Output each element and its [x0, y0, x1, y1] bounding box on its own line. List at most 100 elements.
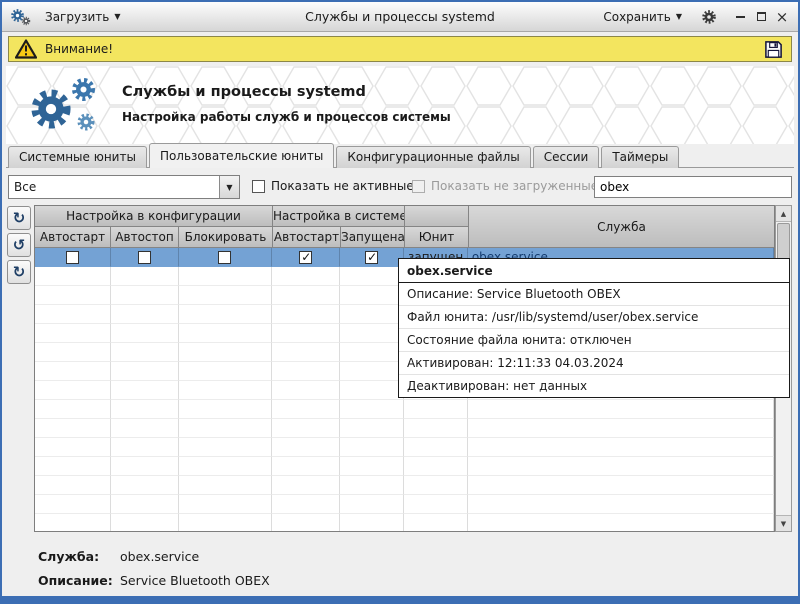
empty-cell	[35, 457, 111, 476]
checkbox-checked-icon[interactable]	[299, 251, 312, 264]
page-header: Службы и процессы systemd Настройка рабо…	[6, 66, 794, 144]
app-window: Службы и процессы systemd Загрузить ▼ Со…	[0, 0, 800, 604]
checkbox-cell[interactable]	[111, 248, 179, 267]
load-button[interactable]: Загрузить ▼	[39, 7, 126, 27]
reload-config-button[interactable]: ↺	[7, 233, 31, 257]
group-header-system: Настройка в системе	[273, 206, 405, 227]
detail-service-value: obex.service	[120, 549, 199, 564]
scroll-up-icon[interactable]: ▲	[776, 206, 791, 222]
checkbox-checked-icon[interactable]	[365, 251, 378, 264]
table-row-empty[interactable]	[35, 400, 774, 419]
table-row-empty[interactable]	[35, 514, 774, 532]
empty-cell	[340, 343, 404, 362]
empty-cell	[35, 514, 111, 532]
group-header-empty	[405, 206, 469, 227]
empty-cell	[179, 514, 273, 532]
empty-cell	[272, 514, 340, 532]
tab-1[interactable]: Пользовательские юниты	[149, 143, 334, 168]
table-row-empty[interactable]	[35, 457, 774, 476]
empty-cell	[35, 362, 111, 381]
column-header-autostart-system[interactable]: Автостарт	[273, 227, 341, 248]
empty-cell	[340, 457, 404, 476]
checkbox-cell[interactable]	[340, 248, 404, 267]
table-row-empty[interactable]	[35, 476, 774, 495]
combobox-dropdown-button[interactable]: ▼	[219, 176, 239, 198]
column-header-block[interactable]: Блокировать	[179, 227, 273, 248]
tooltip-title: obex.service	[399, 259, 789, 283]
empty-cell	[179, 400, 273, 419]
settings-gear-icon[interactable]	[701, 9, 717, 25]
show-inactive-checkbox[interactable]: Показать не активные	[252, 179, 414, 193]
checkbox-label: Показать не загруженные	[431, 179, 598, 193]
filter-combobox[interactable]: Все ▼	[8, 175, 240, 199]
save-to-disk-icon[interactable]	[761, 38, 785, 60]
checkbox-unchecked-icon[interactable]	[138, 251, 151, 264]
empty-cell	[179, 267, 273, 286]
table-row-empty[interactable]	[35, 495, 774, 514]
scroll-down-icon[interactable]: ▼	[776, 515, 791, 531]
empty-cell	[404, 419, 468, 438]
empty-cell	[340, 324, 404, 343]
empty-cell	[340, 400, 404, 419]
checkbox-cell[interactable]	[35, 248, 111, 267]
empty-cell	[179, 324, 273, 343]
maximize-button[interactable]	[755, 11, 767, 23]
empty-cell	[179, 476, 273, 495]
empty-cell	[272, 495, 340, 514]
group-header-config: Настройка в конфигурации	[35, 206, 273, 227]
empty-cell	[35, 343, 111, 362]
column-header-autostop[interactable]: Автостоп	[111, 227, 179, 248]
refresh-button[interactable]: ↻	[7, 206, 31, 230]
empty-cell	[340, 419, 404, 438]
checkbox-box	[412, 180, 425, 193]
minimize-button[interactable]	[734, 11, 746, 23]
empty-cell	[340, 514, 404, 532]
empty-cell	[35, 286, 111, 305]
empty-cell	[272, 400, 340, 419]
title-bar: Службы и процессы systemd Загрузить ▼ Со…	[2, 2, 798, 32]
checkbox-box[interactable]	[252, 180, 265, 193]
empty-cell	[35, 419, 111, 438]
column-header-running[interactable]: Запущена	[341, 227, 405, 248]
tab-0[interactable]: Системные юниты	[8, 146, 147, 168]
empty-cell	[468, 476, 774, 495]
chevron-down-icon: ▼	[226, 183, 232, 192]
warning-bar: Внимание!	[8, 36, 792, 62]
header-title: Службы и процессы systemd	[122, 84, 366, 100]
reset-button[interactable]: ↻	[7, 260, 31, 284]
checkbox-cell[interactable]	[272, 248, 340, 267]
empty-cell	[179, 362, 273, 381]
column-header-service[interactable]: Служба	[469, 206, 774, 248]
search-input[interactable]	[594, 176, 792, 198]
column-header-autostart-config[interactable]: Автостарт	[35, 227, 111, 248]
column-header-unit[interactable]: Юнит	[405, 227, 469, 248]
save-button[interactable]: Сохранить ▼	[597, 7, 688, 27]
empty-cell	[272, 476, 340, 495]
empty-cell	[111, 324, 179, 343]
tab-4[interactable]: Таймеры	[601, 146, 679, 168]
empty-cell	[340, 362, 404, 381]
detail-description-value: Service Bluetooth OBEX	[120, 573, 270, 588]
close-button[interactable]: ×	[776, 11, 788, 23]
checkbox-unchecked-icon[interactable]	[218, 251, 231, 264]
empty-cell	[35, 438, 111, 457]
empty-cell	[179, 381, 273, 400]
checkbox-unchecked-icon[interactable]	[66, 251, 79, 264]
table-row-empty[interactable]	[35, 419, 774, 438]
empty-cell	[111, 438, 179, 457]
checkbox-cell[interactable]	[179, 248, 273, 267]
empty-cell	[111, 343, 179, 362]
empty-cell	[404, 457, 468, 476]
tab-2[interactable]: Конфигурационные файлы	[336, 146, 530, 168]
empty-cell	[272, 438, 340, 457]
table-row-empty[interactable]	[35, 438, 774, 457]
app-gears-icon	[10, 7, 32, 27]
empty-cell	[179, 457, 273, 476]
empty-cell	[35, 324, 111, 343]
empty-cell	[272, 324, 340, 343]
empty-cell	[468, 457, 774, 476]
empty-cell	[111, 286, 179, 305]
empty-cell	[340, 381, 404, 400]
empty-cell	[111, 495, 179, 514]
tab-3[interactable]: Сессии	[533, 146, 600, 168]
